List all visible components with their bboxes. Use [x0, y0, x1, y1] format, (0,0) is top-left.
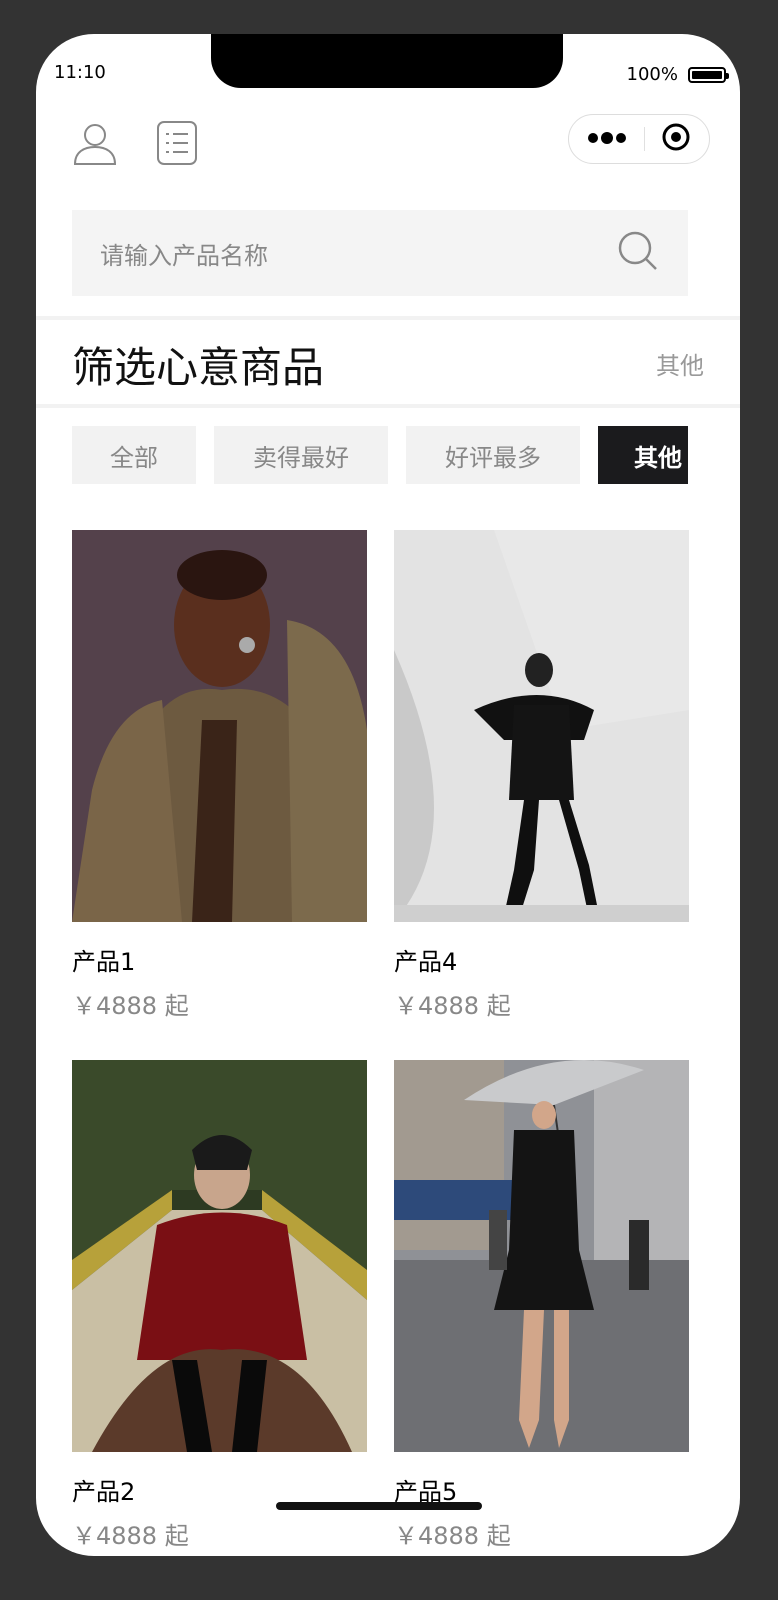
product-name: 产品5 — [394, 1478, 458, 1506]
product-card[interactable]: 产品1 ￥4888 起 — [72, 530, 367, 1021]
product-image[interactable] — [394, 1060, 689, 1452]
home-indicator — [276, 1502, 482, 1510]
product-name: 产品2 — [72, 1478, 136, 1506]
product-card[interactable]: 产品5 ￥4888 起 — [394, 1060, 689, 1551]
product-image[interactable] — [394, 530, 689, 922]
product-price: ￥4888 起 — [72, 992, 189, 1020]
product-price: ￥4888 起 — [394, 992, 511, 1020]
product-card[interactable]: 产品2 ￥4888 起 — [72, 1060, 367, 1551]
product-grid: 产品1 ￥4888 起 产品4 ￥4888 起 产品2 ￥4888 起 产品5 … — [36, 34, 740, 1556]
product-name: 产品4 — [394, 948, 458, 976]
product-card[interactable]: 产品4 ￥4888 起 — [394, 530, 689, 1021]
product-image[interactable] — [72, 1060, 367, 1452]
product-price: ￥4888 起 — [394, 1522, 511, 1550]
product-image[interactable] — [72, 530, 367, 922]
product-price: ￥4888 起 — [72, 1522, 189, 1550]
phone-screen: 11:10 100% 请输入产品名称 筛选心意商品 其他 全部 卖得最好 好评最… — [36, 34, 740, 1556]
product-name: 产品1 — [72, 948, 136, 976]
